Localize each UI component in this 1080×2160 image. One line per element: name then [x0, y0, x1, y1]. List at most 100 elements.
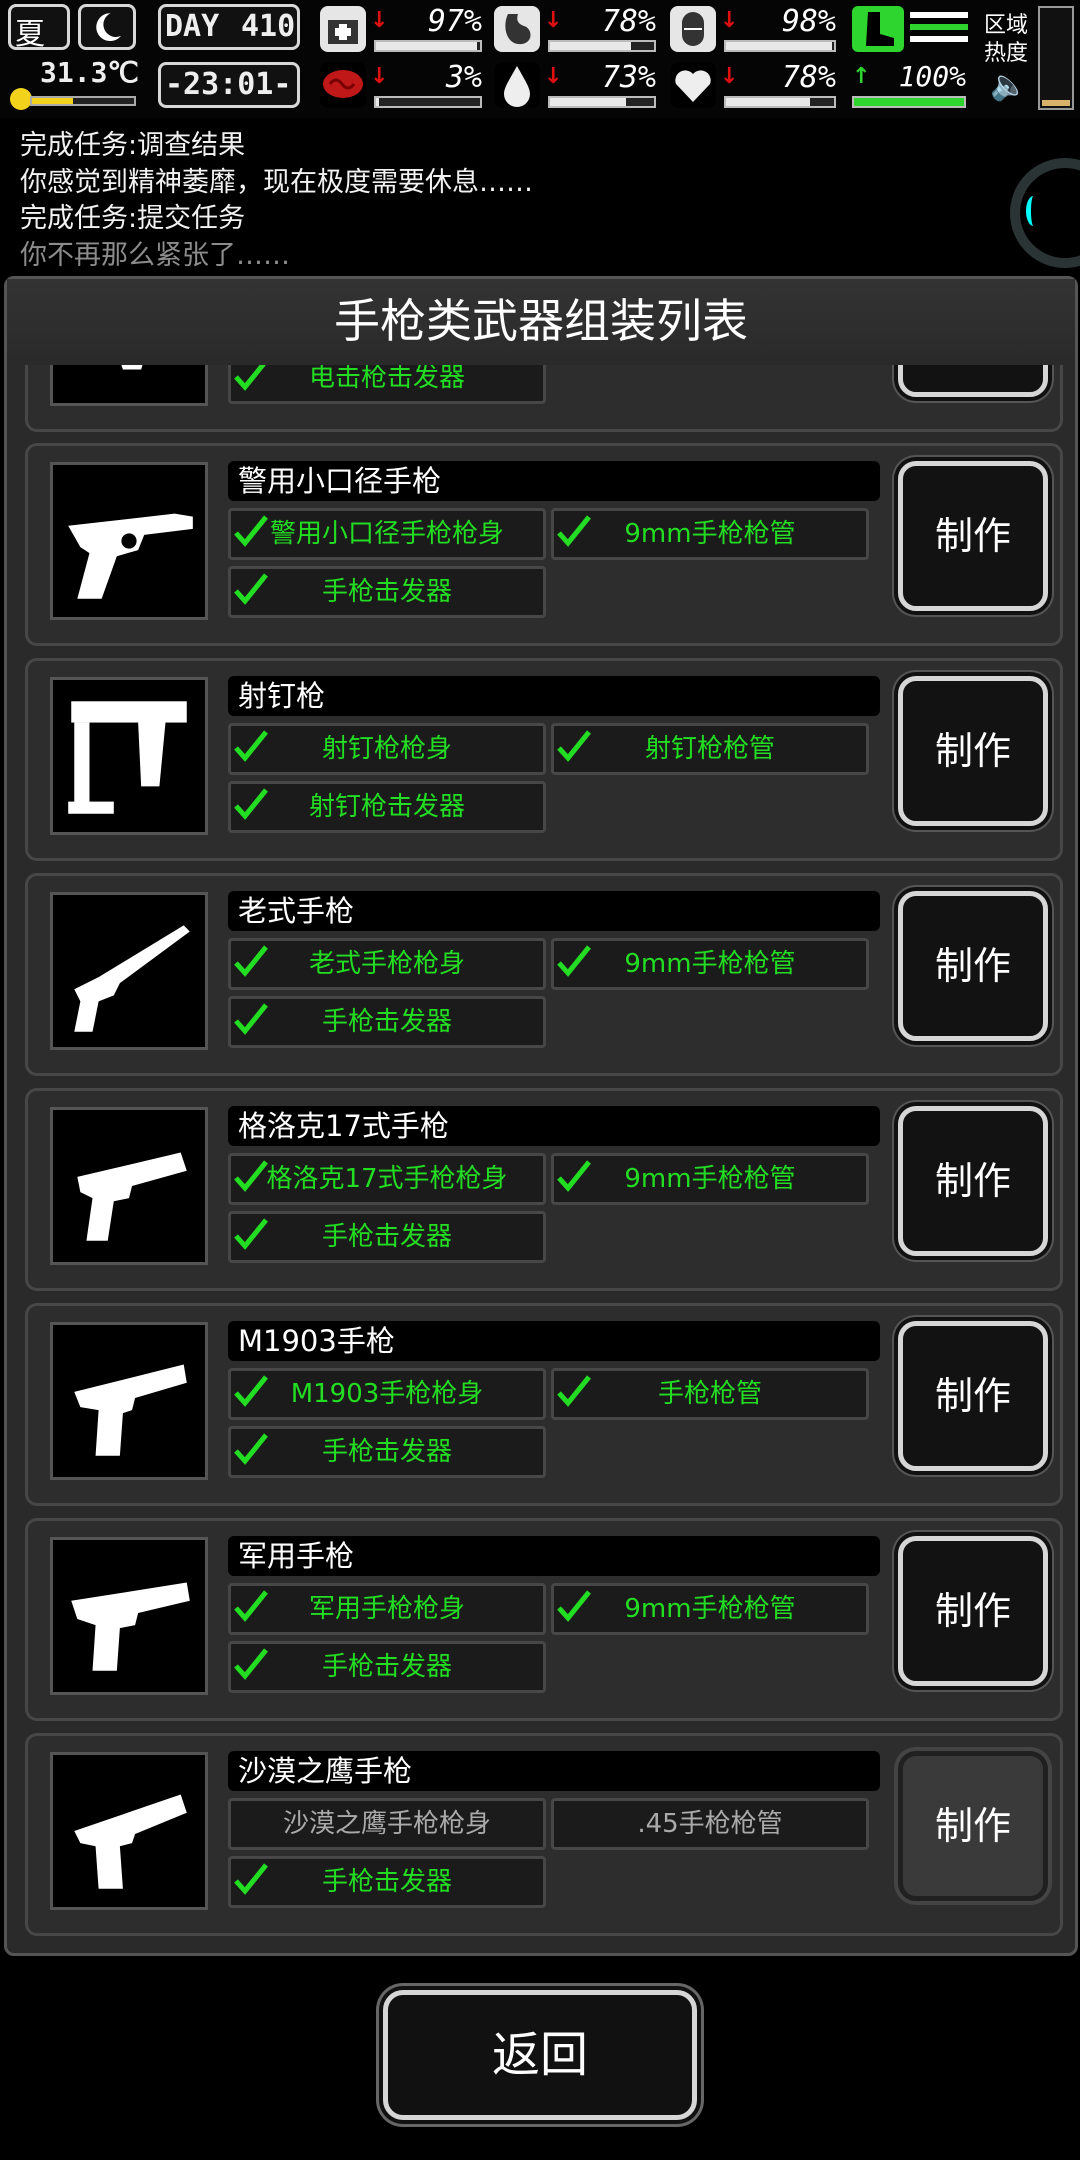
desert-eagle-image — [50, 1752, 208, 1910]
season-badge: 夏 — [8, 4, 70, 52]
check-icon — [233, 571, 269, 607]
part-slot: 射钉枪击发器 — [228, 781, 546, 833]
log-line: 你感觉到精神萎靡，现在极度需要休息…… — [20, 166, 533, 198]
part-label: 9mm手枪枪管 — [624, 949, 796, 979]
moon-icon — [78, 4, 136, 50]
temperature-bar — [30, 96, 136, 106]
stat-thirst: ↓ 73% — [494, 60, 656, 112]
part-slot: 射钉枪枪管 — [551, 723, 869, 775]
make-button[interactable]: 制作 — [898, 1106, 1048, 1256]
make-button[interactable]: 制作 — [898, 1321, 1048, 1471]
part-label: 手枪枪管 — [657, 1379, 762, 1409]
part-slot: 手枪击发器 — [228, 1856, 546, 1908]
check-icon — [233, 1216, 269, 1252]
part-label: 9mm手枪枪管 — [624, 519, 796, 549]
status-bar: 夏 31.3℃ DAY 410 -23:01- ↓ 97% ↓ 78% ↓ 98… — [0, 0, 1080, 118]
stat-mood: ↓ 78% — [670, 60, 836, 112]
check-icon — [556, 728, 592, 764]
part-label: 沙漠之鹰手枪枪身 — [282, 1809, 491, 1839]
stat-health: ↓ 97% — [320, 4, 482, 56]
stat-health-bar — [374, 40, 482, 52]
zone-heat-label: 区域热度 — [984, 13, 1029, 66]
weapon-card-nail-gun: 射钉枪 射钉枪枪身 射钉枪枪管 射钉枪击发器 制作 — [25, 658, 1063, 861]
stat-mood-value: 78% — [781, 60, 836, 95]
part-label: 射钉枪枪管 — [644, 734, 775, 764]
stat-mood-bar — [724, 96, 836, 108]
check-icon — [556, 1158, 592, 1194]
stat-thirst-bar — [548, 96, 656, 108]
check-icon — [233, 513, 269, 549]
part-slot: 射钉枪枪身 — [228, 723, 546, 775]
military-pistol-image — [50, 1537, 208, 1695]
thermometer-icon — [10, 88, 32, 110]
brain-icon — [320, 62, 366, 108]
make-button[interactable]: 制作 — [898, 365, 1048, 397]
part-slot: 老式手枪枪身 — [228, 938, 546, 990]
weapon-card-desert-eagle: 沙漠之鹰手枪 沙漠之鹰手枪枪身 .45手枪枪管 手枪击发器 制作 — [25, 1733, 1063, 1936]
make-button[interactable]: 制作 — [898, 1536, 1048, 1686]
weapon-card-glock-17: 格洛克17式手枪 格洛克17式手枪枪身 9mm手枪枪管 手枪击发器 制作 — [25, 1088, 1063, 1291]
part-slot: 手枪击发器 — [228, 1426, 546, 1478]
weapon-name: 沙漠之鹰手枪 — [228, 1751, 880, 1791]
make-button[interactable]: 制作 — [898, 891, 1048, 1041]
weapon-card-m1903: M1903手枪 M1903手枪枪身 手枪枪管 手枪击发器 制作 — [25, 1303, 1063, 1506]
part-slot: 9mm手枪枪管 — [551, 508, 869, 560]
part-label: 军用手枪枪身 — [308, 1594, 465, 1624]
part-slot-missing: .45手枪枪管 — [551, 1798, 869, 1850]
make-button[interactable]: 制作 — [898, 461, 1048, 611]
check-icon — [233, 728, 269, 764]
part-label: .45手枪枪管 — [637, 1809, 783, 1839]
part-slot: 电击枪击发器 — [228, 365, 546, 404]
revolver-image — [50, 462, 208, 620]
stat-speed-bar — [852, 96, 966, 108]
old-pistol-image — [50, 892, 208, 1050]
part-label: 格洛克17式手枪枪身 — [266, 1164, 508, 1194]
season-label: 夏 — [15, 17, 45, 52]
part-label: 9mm手枪枪管 — [624, 1594, 796, 1624]
stomach-icon — [494, 6, 540, 52]
weapon-name: 射钉枪 — [228, 676, 880, 716]
part-label: 电击枪击发器 — [308, 365, 465, 393]
stat-hunger: ↓ 78% — [494, 4, 656, 56]
check-icon — [233, 1861, 269, 1897]
trend-down-icon: ↓ — [720, 64, 739, 89]
weapon-name: 格洛克17式手枪 — [228, 1106, 880, 1146]
stat-stamina-bar — [724, 40, 836, 52]
clock-display: -23:01- — [158, 62, 300, 108]
back-button[interactable]: 返回 — [383, 1990, 697, 2120]
part-slot-missing: 沙漠之鹰手枪枪身 — [228, 1798, 546, 1850]
panel-title: 手枪类武器组装列表 — [7, 279, 1075, 363]
make-button-label: 制作 — [934, 1589, 1011, 1633]
boot-icon — [852, 6, 904, 52]
part-slot: 9mm手枪枪管 — [551, 1583, 869, 1635]
stat-infection: ↓ 3% — [320, 60, 482, 112]
weapon-list[interactable]: 电击枪击发器 制作 警用小口径手枪 警用小口径手枪枪身 9mm手枪枪管 手枪击发… — [15, 365, 1069, 1955]
part-slot: 9mm手枪枪管 — [551, 938, 869, 990]
part-label: 9mm手枪枪管 — [624, 1164, 796, 1194]
part-label: 射钉枪击发器 — [308, 792, 465, 822]
trend-up-icon: ↑ — [852, 64, 871, 89]
stat-stamina-value: 98% — [781, 4, 836, 39]
check-icon — [233, 1001, 269, 1037]
make-button-label: 制作 — [934, 1804, 1011, 1848]
speed-lines-icon — [910, 12, 968, 46]
sound-icon[interactable]: 🔈 — [990, 68, 1027, 103]
part-slot: 格洛克17式手枪枪身 — [228, 1153, 546, 1205]
day-label: DAY — [165, 9, 220, 44]
make-button[interactable]: 制作 — [898, 1751, 1048, 1901]
check-icon — [233, 1158, 269, 1194]
part-label: 手枪击发器 — [321, 577, 452, 607]
stat-stamina: ↓ 98% — [670, 4, 836, 56]
make-button-label: 制作 — [934, 1374, 1011, 1418]
make-button[interactable]: 制作 — [898, 676, 1048, 826]
clock-readout: -23:01- — [165, 67, 292, 102]
make-button-label: 制作 — [934, 1159, 1011, 1203]
medkit-icon — [320, 6, 366, 52]
weapon-card-military-pistol: 军用手枪 军用手枪枪身 9mm手枪枪管 手枪击发器 制作 — [25, 1518, 1063, 1721]
part-slot: 军用手枪枪身 — [228, 1583, 546, 1635]
glock-image — [50, 1107, 208, 1265]
check-icon — [556, 1588, 592, 1624]
nail-gun-image — [50, 677, 208, 835]
part-slot: M1903手枪枪身 — [228, 1368, 546, 1420]
assembly-panel: 手枪类武器组装列表 电击枪击发器 制作 警用小口径手枪 警用小口径手枪枪身 — [4, 276, 1078, 1956]
